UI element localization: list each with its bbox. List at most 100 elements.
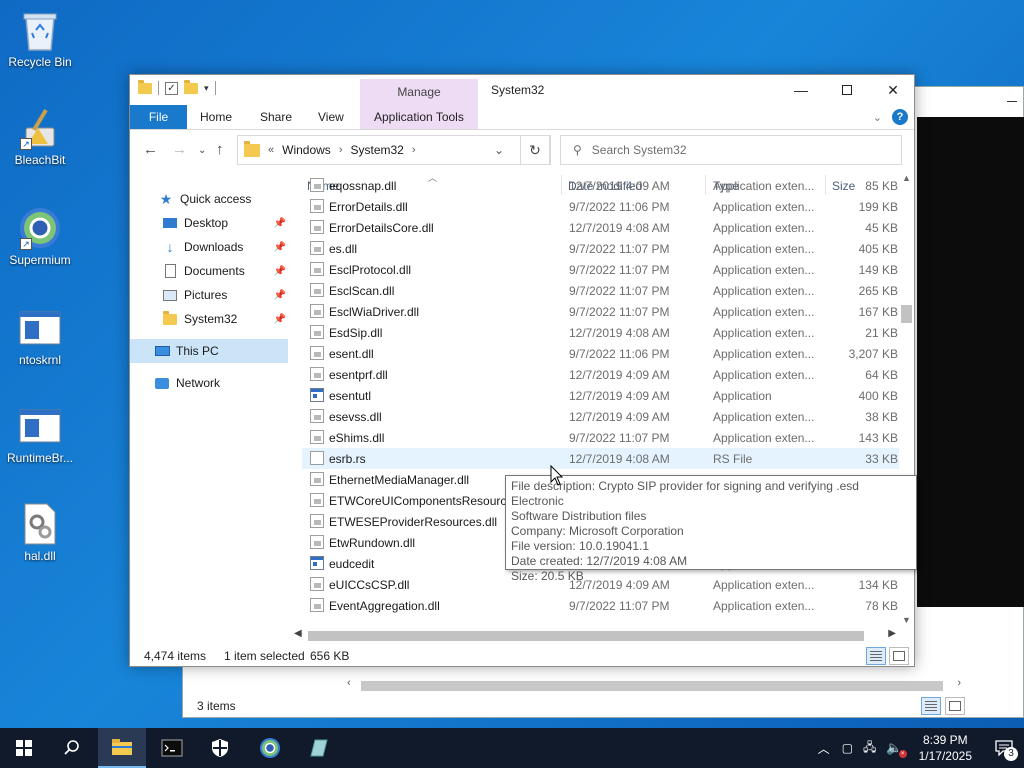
taskbar-windows-security[interactable]	[196, 728, 244, 768]
file-date: 12/7/2019 4:09 AM	[569, 368, 670, 382]
tab-home[interactable]: Home	[188, 105, 244, 129]
pin-icon[interactable]: 📌	[274, 290, 286, 301]
expand-ribbon-icon[interactable]: ⌄	[873, 111, 882, 124]
scroll-right-icon[interactable]: ▶	[888, 628, 896, 639]
desktop-icon-ntoskrnl[interactable]: ntoskrnl	[2, 306, 78, 367]
desktop-icon	[162, 215, 178, 231]
table-row[interactable]: esrb.rs 12/7/2019 4:08 AM RS File 33 KB	[302, 448, 902, 469]
table-row[interactable]: EsclScan.dll 9/7/2022 11:07 PM Application…	[302, 280, 902, 301]
table-row[interactable]: esentprf.dll 12/7/2019 4:09 AM Application…	[302, 364, 902, 385]
pin-icon[interactable]: 📌	[274, 266, 286, 277]
new-folder-icon[interactable]	[184, 79, 198, 94]
nav-documents[interactable]: Documents 📌	[130, 259, 290, 283]
table-row[interactable]: esent.dll 9/7/2022 11:06 PM Application ex…	[302, 343, 902, 364]
close-button[interactable]: ✕	[870, 75, 914, 105]
scrollbar-thumb[interactable]	[901, 305, 912, 323]
nav-network[interactable]: Network	[130, 371, 290, 395]
table-row[interactable]: eShims.dll 9/7/2022 11:07 PM Application e…	[302, 427, 902, 448]
chevron-right-icon[interactable]: ›	[339, 144, 343, 156]
dll-file-icon	[310, 430, 324, 444]
search-button[interactable]	[48, 728, 96, 768]
file-date: 12/7/2019 4:08 AM	[569, 326, 670, 340]
details-view-button[interactable]	[866, 647, 886, 665]
desktop-icon-hal-dll[interactable]: hal.dll	[2, 502, 78, 563]
refresh-button[interactable]: ↻	[520, 135, 550, 165]
minimize-icon[interactable]	[1007, 101, 1017, 102]
scroll-down-icon[interactable]: ▼	[902, 615, 911, 625]
minimize-button[interactable]: —	[778, 75, 824, 105]
scroll-right-icon[interactable]: ›	[957, 677, 961, 689]
scroll-up-icon[interactable]: ▲	[902, 173, 911, 183]
customize-qat-icon[interactable]: ▾	[204, 83, 209, 94]
scrollbar-thumb[interactable]	[361, 681, 943, 691]
taskbar-file-explorer[interactable]	[98, 728, 146, 768]
table-row[interactable]: EsdSip.dll 12/7/2019 4:08 AM Application e…	[302, 322, 902, 343]
breadcrumb-overflow[interactable]: «	[268, 144, 274, 156]
network-icon[interactable]: 🖧	[863, 738, 876, 759]
maximize-button[interactable]	[824, 75, 870, 105]
show-hidden-icons-icon[interactable]: ︿	[818, 740, 830, 757]
desktop-icon-supermium[interactable]: ↗ Supermium	[2, 206, 78, 267]
title-bar[interactable]: ✓ ▾ System32 — ✕	[130, 75, 914, 105]
forward-icon[interactable]: →	[172, 141, 187, 158]
large-icons-view-button[interactable]	[889, 647, 909, 665]
action-center-button[interactable]: 3	[984, 728, 1024, 768]
pin-icon[interactable]: 📌	[274, 242, 286, 253]
pin-icon[interactable]: 📌	[274, 314, 286, 325]
taskbar-supermium[interactable]	[246, 728, 294, 768]
breadcrumb-windows[interactable]: Windows	[282, 143, 331, 157]
help-icon[interactable]: ?	[892, 109, 908, 125]
up-icon[interactable]: ↑	[216, 141, 224, 158]
start-button[interactable]	[0, 728, 48, 768]
table-row[interactable]: esevss.dll 12/7/2019 4:09 AM Application e…	[302, 406, 902, 427]
nav-desktop[interactable]: Desktop 📌	[130, 211, 290, 235]
address-bar[interactable]: « Windows › System32 › ⌄	[237, 135, 551, 165]
tab-share[interactable]: Share	[248, 105, 304, 129]
nav-quick-access[interactable]: ★ Quick access	[130, 187, 290, 211]
table-row[interactable]: EsclProtocol.dll 9/7/2022 11:07 PM Applica…	[302, 259, 902, 280]
table-row[interactable]: ErrorDetailsCore.dll 12/7/2019 4:08 AM App…	[302, 217, 902, 238]
properties-icon[interactable]: ✓	[165, 81, 178, 95]
nav-pictures[interactable]: Pictures 📌	[130, 283, 290, 307]
file-size: 3,207 KB	[848, 347, 898, 361]
taskbar-command-prompt[interactable]	[148, 728, 196, 768]
scrollbar-thumb[interactable]	[308, 631, 864, 641]
dll-gear-icon	[18, 502, 62, 546]
divider	[214, 81, 216, 95]
tab-file[interactable]: File	[130, 105, 187, 129]
desktop-icon-runtimebroker[interactable]: RuntimeBr...	[2, 404, 78, 465]
file-name: ETWCoreUIComponentsResources.dll	[329, 494, 535, 508]
meet-now-icon[interactable]: ▢	[842, 741, 853, 755]
search-input[interactable]: ⚲ Search System32	[560, 135, 902, 165]
back-icon[interactable]: ←	[143, 141, 158, 158]
tab-application-tools[interactable]: Application Tools	[362, 105, 476, 129]
table-row[interactable]: es.dll 9/7/2022 11:07 PM Application exten…	[302, 238, 902, 259]
table-row[interactable]: eqossnap.dll 12/7/2019 4:09 AM Application…	[302, 175, 902, 196]
table-row[interactable]: ErrorDetails.dll 9/7/2022 11:06 PM Applica…	[302, 196, 902, 217]
tooltip-line: File version: 10.0.19041.1	[511, 539, 650, 553]
table-row[interactable]: esentutl 12/7/2019 4:09 AM Application 400 …	[302, 385, 902, 406]
volume-muted-icon[interactable]: 🔈 ×	[886, 740, 907, 758]
nav-downloads[interactable]: ↓ Downloads 📌	[130, 235, 290, 259]
horizontal-scrollbar[interactable]: ‹ ›	[343, 677, 965, 695]
scroll-left-icon[interactable]: ‹	[347, 677, 351, 689]
table-row[interactable]: EsclWiaDriver.dll 9/7/2022 11:07 PM Applic…	[302, 301, 902, 322]
chevron-right-icon[interactable]: ›	[412, 144, 416, 156]
nav-this-pc[interactable]: This PC	[130, 339, 288, 363]
pin-icon[interactable]: 📌	[274, 218, 286, 229]
scroll-left-icon[interactable]: ◀	[294, 628, 302, 639]
clock[interactable]: 8:39 PM 1/17/2025	[919, 732, 972, 764]
recent-locations-icon[interactable]: ⌄	[198, 145, 206, 156]
file-type: Application exten...	[713, 200, 815, 214]
desktop-icon-bleachbit[interactable]: ↗ BleachBit	[2, 106, 78, 167]
taskbar-bleachbit[interactable]	[294, 728, 342, 768]
horizontal-scrollbar[interactable]: ◀ ▶	[290, 627, 900, 643]
nav-label: Desktop	[184, 216, 229, 230]
table-row[interactable]: EventAggregation.dll 9/7/2022 11:07 PM App…	[302, 595, 902, 616]
large-icons-view-button[interactable]	[945, 697, 965, 715]
nav-system32[interactable]: System32 📌	[130, 307, 290, 331]
tab-view[interactable]: View	[306, 105, 356, 129]
details-view-button[interactable]	[921, 697, 941, 715]
desktop-icon-recycle-bin[interactable]: Recycle Bin	[2, 8, 78, 69]
breadcrumb-system32[interactable]: System32	[350, 143, 403, 157]
